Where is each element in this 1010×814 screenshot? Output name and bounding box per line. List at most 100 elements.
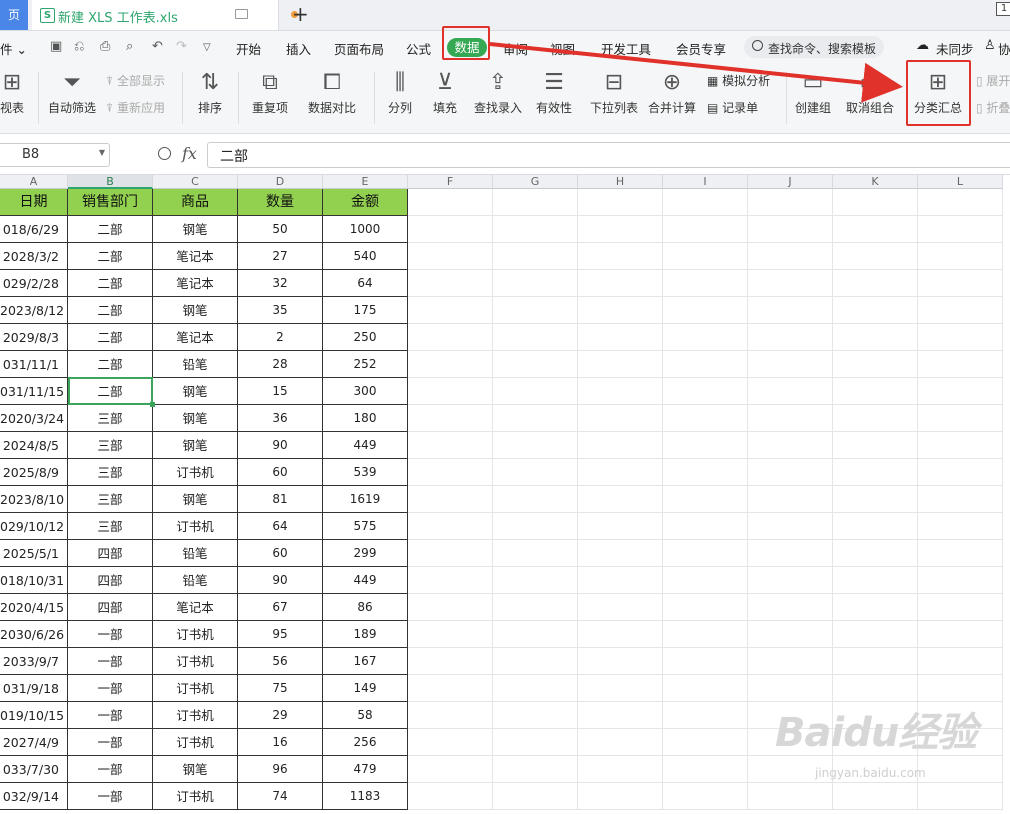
empty-cell[interactable] bbox=[663, 783, 748, 810]
empty-cell[interactable] bbox=[493, 648, 578, 675]
empty-cell[interactable] bbox=[748, 648, 833, 675]
table-cell[interactable]: 三部 bbox=[68, 432, 153, 459]
menu-view[interactable]: 视图 bbox=[550, 39, 575, 58]
table-cell[interactable]: 笔记本 bbox=[153, 243, 238, 270]
dropdown-list-button[interactable]: ⊟ 下拉列表 bbox=[588, 63, 640, 123]
table-cell[interactable]: 35 bbox=[238, 297, 323, 324]
table-cell[interactable]: 一部 bbox=[68, 621, 153, 648]
empty-cell[interactable] bbox=[748, 783, 833, 810]
empty-cell[interactable] bbox=[663, 270, 748, 297]
table-cell[interactable]: 60 bbox=[238, 459, 323, 486]
table-cell[interactable]: 175 bbox=[323, 297, 408, 324]
table-cell[interactable]: 252 bbox=[323, 351, 408, 378]
menu-review[interactable]: 审阅 bbox=[503, 39, 528, 58]
table-cell[interactable]: 2029/8/3 bbox=[0, 324, 68, 351]
empty-cell[interactable] bbox=[833, 351, 918, 378]
empty-cell[interactable] bbox=[578, 756, 663, 783]
table-cell[interactable]: 二部 bbox=[68, 297, 153, 324]
table-header-cell[interactable]: 销售部门 bbox=[68, 189, 153, 216]
empty-cell[interactable] bbox=[918, 540, 1003, 567]
empty-cell[interactable] bbox=[663, 459, 748, 486]
empty-cell[interactable] bbox=[493, 351, 578, 378]
table-cell[interactable]: 三部 bbox=[68, 405, 153, 432]
document-tab[interactable]: S 新建 XLS 工作表.xls bbox=[32, 0, 298, 30]
table-cell[interactable]: 笔记本 bbox=[153, 594, 238, 621]
menu-developer[interactable]: 开发工具 bbox=[601, 39, 651, 58]
empty-cell[interactable] bbox=[493, 378, 578, 405]
table-cell[interactable]: 018/6/29 bbox=[0, 216, 68, 243]
table-cell[interactable]: 32 bbox=[238, 270, 323, 297]
empty-cell[interactable] bbox=[493, 216, 578, 243]
name-box[interactable]: B8 ▼ bbox=[0, 143, 110, 167]
ungroup-button[interactable]: ▭ 取消组合 bbox=[838, 63, 902, 123]
empty-cell[interactable] bbox=[493, 729, 578, 756]
empty-cell[interactable] bbox=[408, 459, 493, 486]
empty-cell[interactable] bbox=[578, 486, 663, 513]
record-form-button[interactable]: ▤ 记录单 bbox=[707, 99, 758, 116]
column-header-d[interactable]: D bbox=[238, 175, 323, 189]
table-cell[interactable]: 032/9/14 bbox=[0, 783, 68, 810]
table-cell[interactable]: 16 bbox=[238, 729, 323, 756]
table-cell[interactable]: 订书机 bbox=[153, 783, 238, 810]
empty-cell[interactable] bbox=[408, 216, 493, 243]
empty-cell[interactable] bbox=[408, 486, 493, 513]
empty-cell[interactable] bbox=[493, 270, 578, 297]
table-cell[interactable]: 36 bbox=[238, 405, 323, 432]
table-cell[interactable]: 二部 bbox=[68, 324, 153, 351]
new-tab-button[interactable]: + bbox=[292, 2, 309, 26]
table-cell[interactable]: 一部 bbox=[68, 783, 153, 810]
empty-cell[interactable] bbox=[663, 351, 748, 378]
empty-cell[interactable] bbox=[578, 594, 663, 621]
empty-cell[interactable] bbox=[408, 540, 493, 567]
empty-cell[interactable] bbox=[748, 621, 833, 648]
empty-cell[interactable] bbox=[918, 432, 1003, 459]
table-cell[interactable]: 67 bbox=[238, 594, 323, 621]
formula-input[interactable]: 二部 bbox=[207, 142, 1010, 168]
expand-button[interactable]: ▯ 展开 bbox=[976, 72, 1010, 89]
empty-cell[interactable] bbox=[748, 594, 833, 621]
undo-history-icon[interactable]: ⎌ bbox=[74, 39, 84, 54]
table-cell[interactable]: 订书机 bbox=[153, 648, 238, 675]
empty-cell[interactable] bbox=[918, 459, 1003, 486]
fill-handle[interactable] bbox=[150, 402, 155, 407]
table-cell[interactable]: 1000 bbox=[323, 216, 408, 243]
empty-cell[interactable] bbox=[408, 378, 493, 405]
empty-cell[interactable] bbox=[408, 297, 493, 324]
table-cell[interactable]: 256 bbox=[323, 729, 408, 756]
empty-cell[interactable] bbox=[493, 540, 578, 567]
table-cell[interactable]: 钢笔 bbox=[153, 405, 238, 432]
table-cell[interactable]: 2028/3/2 bbox=[0, 243, 68, 270]
redo-icon[interactable]: ↷ bbox=[176, 39, 187, 54]
empty-cell[interactable] bbox=[493, 324, 578, 351]
empty-cell[interactable] bbox=[578, 540, 663, 567]
table-cell[interactable]: 58 bbox=[323, 702, 408, 729]
empty-cell[interactable] bbox=[408, 351, 493, 378]
table-cell[interactable]: 订书机 bbox=[153, 621, 238, 648]
empty-cell[interactable] bbox=[663, 702, 748, 729]
empty-cell[interactable] bbox=[833, 621, 918, 648]
empty-cell[interactable] bbox=[663, 189, 748, 216]
table-cell[interactable]: 031/9/18 bbox=[0, 675, 68, 702]
column-header-j[interactable]: J bbox=[748, 175, 833, 189]
empty-cell[interactable] bbox=[578, 189, 663, 216]
empty-cell[interactable] bbox=[918, 648, 1003, 675]
customize-chevron-icon[interactable]: ▽ bbox=[203, 42, 211, 53]
table-cell[interactable]: 029/10/12 bbox=[0, 513, 68, 540]
table-cell[interactable]: 钢笔 bbox=[153, 432, 238, 459]
empty-cell[interactable] bbox=[663, 324, 748, 351]
empty-cell[interactable] bbox=[578, 513, 663, 540]
empty-cell[interactable] bbox=[663, 405, 748, 432]
column-header-l[interactable]: L bbox=[918, 175, 1003, 189]
table-cell[interactable]: 铅笔 bbox=[153, 567, 238, 594]
empty-cell[interactable] bbox=[578, 378, 663, 405]
empty-cell[interactable] bbox=[663, 540, 748, 567]
function-icon[interactable]: fx bbox=[182, 144, 197, 163]
empty-cell[interactable] bbox=[918, 351, 1003, 378]
empty-cell[interactable] bbox=[833, 243, 918, 270]
table-cell[interactable]: 三部 bbox=[68, 486, 153, 513]
menu-member[interactable]: 会员专享 bbox=[676, 39, 726, 58]
empty-cell[interactable] bbox=[493, 243, 578, 270]
data-compare-button[interactable]: ⧠ 数据对比 bbox=[300, 63, 364, 123]
table-cell[interactable]: 2024/8/5 bbox=[0, 432, 68, 459]
column-header-f[interactable]: F bbox=[408, 175, 493, 189]
